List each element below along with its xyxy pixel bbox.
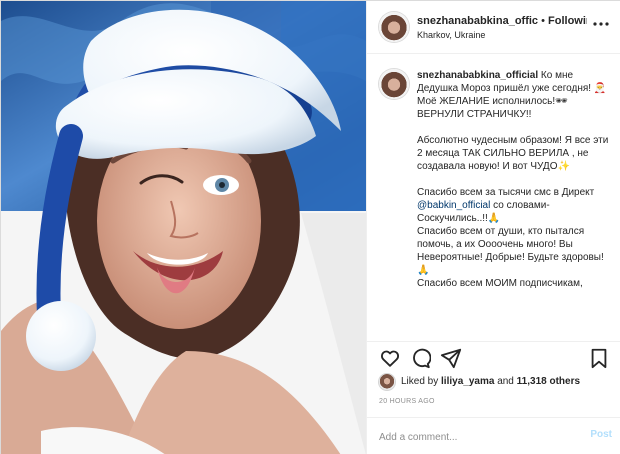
post-location[interactable]: Kharkov, Ukraine <box>417 30 485 40</box>
more-horizontal-icon <box>593 22 609 26</box>
author-username[interactable]: snezhanababkina_offic <box>417 15 538 27</box>
comment-composer: Post <box>367 417 620 454</box>
caption-area: snezhanababkina_official Ко мне Дедушка … <box>367 54 620 341</box>
share-button[interactable] <box>440 347 462 369</box>
post-sidebar: snezhanababkina_offic • Following Kharko… <box>366 1 620 454</box>
post-actions <box>367 341 620 373</box>
heart-icon <box>380 350 400 367</box>
comment-input[interactable] <box>379 429 569 445</box>
following-button[interactable]: Following <box>548 15 587 27</box>
bookmark-icon <box>591 348 607 369</box>
post-header: snezhanababkina_offic • Following Kharko… <box>367 1 620 54</box>
caption-mention-link[interactable]: @babkin_official <box>417 200 490 211</box>
author-header-line: snezhanababkina_offic • Following <box>417 15 587 27</box>
caption-text-part-2: со словами- Соскучились..!!🙏 Спасибо все… <box>417 200 604 289</box>
separator-dot: • <box>541 15 545 27</box>
liked-by-text: Liked by liliya_yama and 11,318 others <box>401 376 580 387</box>
post-timestamp[interactable]: 20 HOURS AGO <box>379 398 435 405</box>
woman-santa-hat-image <box>1 1 366 454</box>
caption-username[interactable]: snezhanababkina_official <box>417 70 538 81</box>
comment-icon <box>413 348 432 369</box>
like-button[interactable] <box>379 347 401 369</box>
author-avatar[interactable] <box>379 12 409 42</box>
post-caption: snezhanababkina_official Ко мне Дедушка … <box>417 69 610 290</box>
caption-author-avatar[interactable] <box>379 69 409 99</box>
post-comment-button[interactable]: Post <box>590 429 612 440</box>
liked-others-link[interactable]: 11,318 others <box>517 376 580 387</box>
liked-connector: and <box>497 376 514 387</box>
liker-avatar[interactable] <box>379 374 395 390</box>
liked-by-prefix: Liked by <box>401 376 439 387</box>
paper-plane-icon <box>440 348 462 369</box>
instagram-post: snezhanababkina_offic • Following Kharko… <box>0 0 620 454</box>
comment-button[interactable] <box>409 347 432 369</box>
post-photo[interactable] <box>1 1 366 454</box>
liked-user-link[interactable]: liliya_yama <box>441 376 494 387</box>
save-button[interactable] <box>588 347 610 369</box>
more-options-button[interactable] <box>592 15 610 33</box>
caption-text-part-1: Ко мне Дедушка Мороз пришёл уже сегодня!… <box>417 70 609 198</box>
